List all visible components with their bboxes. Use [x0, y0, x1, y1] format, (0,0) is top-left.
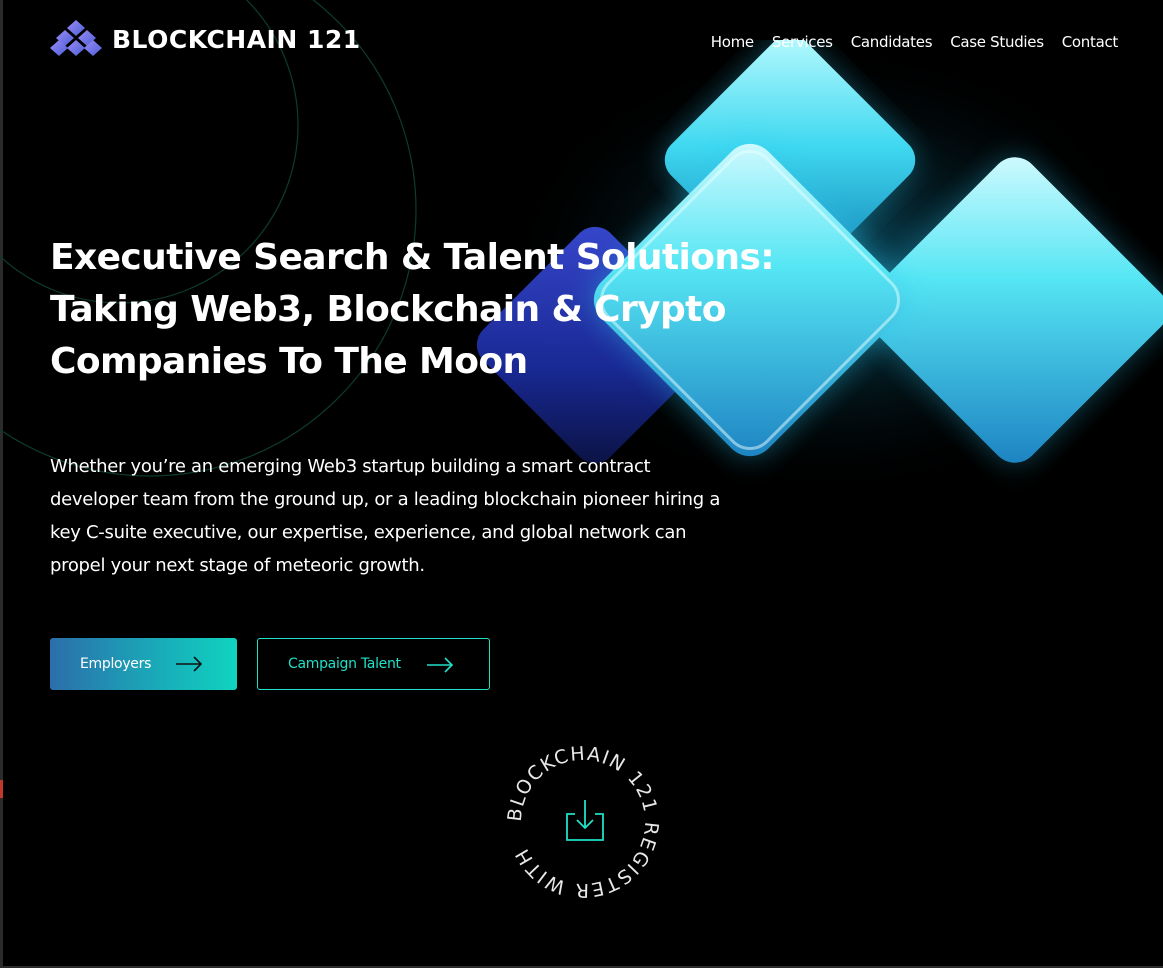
hero-description-line: propel your next stage of meteoric growt… — [50, 555, 425, 576]
hero-headline-line: Companies To The Moon — [50, 341, 528, 382]
brand-name: BLOCKCHAIN 121 — [112, 24, 361, 54]
hero-description-line: Whether you’re an emerging Web3 startup … — [50, 456, 651, 477]
hero-headline-line: Taking Web3, Blockchain & Crypto — [50, 289, 727, 330]
campaign-talent-button[interactable]: Campaign Talent — [257, 638, 490, 690]
brand-logo[interactable]: BLOCKCHAIN 121 — [50, 18, 361, 60]
logo-cubes-icon — [50, 20, 102, 56]
main-nav: Home Services Candidates Case Studies Co… — [711, 33, 1119, 51]
nav-contact[interactable]: Contact — [1062, 33, 1119, 51]
hero-headline: Executive Search & Talent Solutions: Tak… — [50, 232, 775, 388]
register-circular-text: BLOCKCHAIN 121 REGISTER WITH — [504, 743, 663, 901]
window-edge — [0, 0, 3, 968]
hero-description: Whether you’re an emerging Web3 startup … — [50, 450, 750, 582]
window-edge-marker — [0, 780, 3, 798]
nav-case-studies[interactable]: Case Studies — [950, 33, 1044, 51]
page: BLOCKCHAIN 121 Home Services Candidates … — [0, 0, 1163, 968]
employers-button-label: Employers — [80, 656, 152, 672]
hero-headline-line: Executive Search & Talent Solutions: — [50, 237, 775, 278]
arrow-right-icon — [176, 656, 203, 672]
nav-home[interactable]: Home — [711, 33, 754, 51]
hero-description-line: developer team from the ground up, or a … — [50, 489, 721, 510]
nav-candidates[interactable]: Candidates — [851, 33, 933, 51]
nav-services[interactable]: Services — [772, 33, 833, 51]
hero-description-line: key C-suite executive, our expertise, ex… — [50, 522, 687, 543]
employers-button[interactable]: Employers — [50, 638, 237, 690]
register-circular-text-path: BLOCKCHAIN 121 REGISTER WITH — [504, 743, 661, 901]
download-icon — [566, 800, 604, 841]
register-badge[interactable]: BLOCKCHAIN 121 REGISTER WITH — [503, 742, 663, 902]
campaign-talent-button-label: Campaign Talent — [288, 656, 401, 672]
arrow-right-icon — [427, 657, 454, 673]
site-header: BLOCKCHAIN 121 Home Services Candidates … — [50, 18, 1118, 68]
